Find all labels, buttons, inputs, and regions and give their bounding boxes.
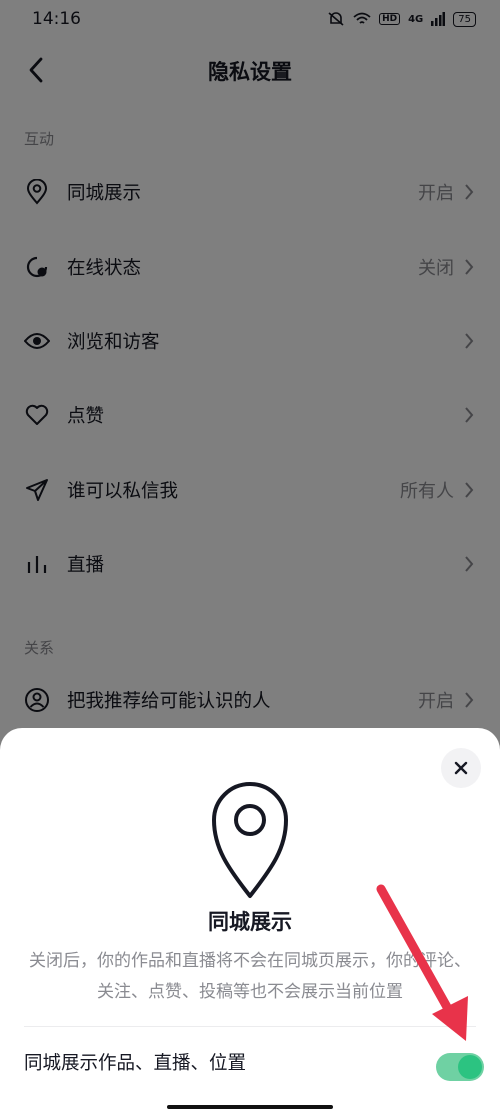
close-button[interactable] <box>441 748 481 788</box>
bottom-sheet: 同城展示 关闭后，你的作品和直播将不会在同城页展示，你的评论、关注、点赞、投稿等… <box>0 728 500 1111</box>
sheet-description: 关闭后，你的作品和直播将不会在同城页展示，你的评论、关注、点赞、投稿等也不会展示… <box>29 951 471 1002</box>
close-icon <box>454 761 468 775</box>
toggle-label: 同城展示作品、直播、位置 <box>24 1053 247 1074</box>
sheet-title: 同城展示 <box>208 910 292 934</box>
toggle-knob <box>458 1055 482 1079</box>
divider <box>24 1026 476 1027</box>
home-indicator <box>167 1105 333 1109</box>
location-pin-icon <box>212 782 288 898</box>
local-display-toggle[interactable] <box>436 1053 484 1081</box>
